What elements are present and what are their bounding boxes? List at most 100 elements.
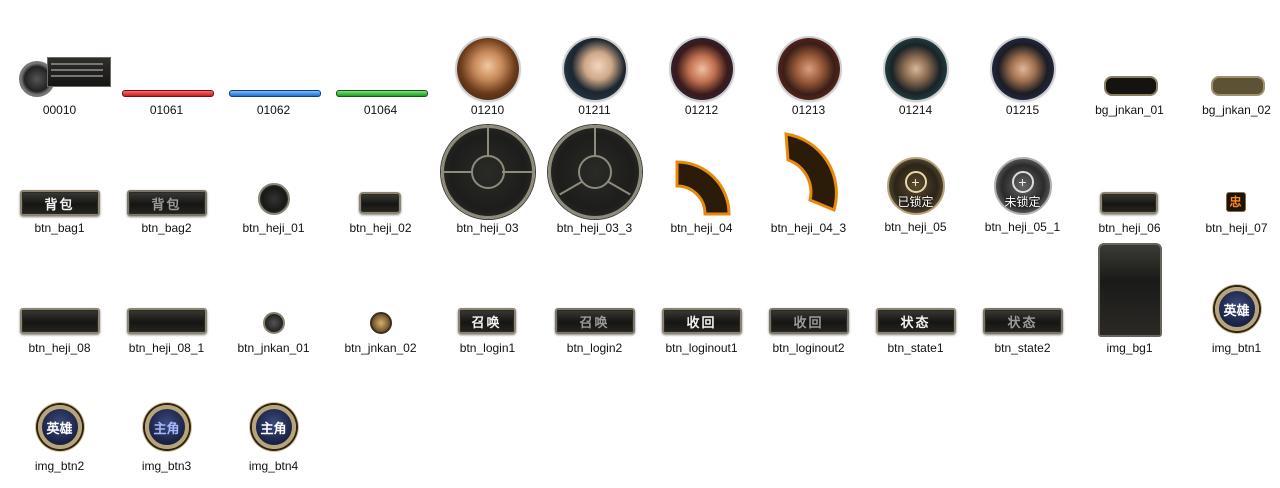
file-label: btn_state2 — [994, 341, 1051, 355]
thumbnail-btn-heji-04 — [673, 160, 731, 216]
file-item[interactable]: btn_heji_01 — [220, 183, 327, 235]
file-item[interactable]: 背包 btn_bag1 — [6, 190, 113, 235]
file-item[interactable]: bg_jnkan_01 — [1076, 70, 1183, 117]
file-item[interactable]: 英雄 img_btn1 — [1183, 284, 1280, 355]
file-label: 00010 — [42, 103, 77, 117]
portrait-01212 — [670, 38, 734, 100]
file-label: 01211 — [578, 103, 611, 117]
file-item[interactable]: + 已锁定 btn_heji_05 — [862, 157, 969, 234]
file-item[interactable]: 收回 btn_loginout1 — [648, 308, 755, 355]
thumbnail-btn-heji-05: + 已锁定 — [886, 157, 945, 215]
thumbnail-01061 — [120, 55, 214, 97]
file-item[interactable]: 主角 img_btn3 — [113, 402, 220, 473]
file-label: img_bg1 — [1106, 341, 1153, 355]
file-item[interactable]: 01064 — [327, 55, 434, 117]
file-item[interactable]: 主角 img_btn4 — [220, 402, 327, 473]
file-item[interactable]: btn_heji_02 — [327, 190, 434, 235]
file-item[interactable]: 01062 — [220, 55, 327, 117]
file-item[interactable]: 收回 btn_loginout2 — [755, 308, 862, 355]
file-item[interactable]: 英雄 img_btn2 — [6, 402, 113, 473]
file-item[interactable]: 召唤 btn_login2 — [541, 308, 648, 355]
file-item[interactable]: 01212 — [648, 38, 755, 117]
file-item[interactable]: 00010 — [6, 55, 113, 117]
file-label: btn_bag2 — [141, 221, 192, 235]
file-item[interactable]: 01213 — [755, 38, 862, 117]
file-item[interactable]: btn_heji_03 — [434, 125, 541, 235]
thumbnail-bg-jnkan-02 — [1209, 70, 1265, 96]
portrait-01213 — [777, 38, 841, 100]
file-item[interactable]: 01210 — [434, 38, 541, 117]
file-label: 01213 — [791, 103, 826, 117]
file-label: img_btn4 — [248, 459, 299, 473]
file-label: btn_heji_06 — [1098, 221, 1161, 235]
thumbnail-btn-heji-08-1 — [126, 308, 207, 336]
thumbnail-img-bg1 — [1097, 243, 1162, 337]
thumbnail-img-btn2: 英雄 — [34, 402, 86, 452]
thumbnail-btn-loginout1: 收回 — [661, 308, 742, 336]
thumbnail-btn-heji-08 — [19, 308, 100, 336]
file-label: btn_heji_03_3 — [556, 221, 633, 235]
thumbnail-01062 — [227, 55, 321, 97]
file-label: btn_heji_05_1 — [984, 220, 1061, 234]
thumbnail-01064 — [334, 55, 428, 97]
file-label: 01215 — [1005, 103, 1040, 117]
thumbnail-btn-login2: 召唤 — [554, 308, 635, 336]
thumbnail-00010 — [13, 55, 111, 97]
portrait-01214 — [884, 38, 948, 100]
file-label: bg_jnkan_02 — [1202, 103, 1271, 117]
thumbnail-btn-loginout2: 收回 — [768, 308, 849, 336]
file-item[interactable]: 忠 btn_heji_07 — [1183, 192, 1280, 235]
file-label: bg_jnkan_01 — [1095, 103, 1164, 117]
file-label: img_btn1 — [1211, 341, 1262, 355]
thumbnail-btn-heji-07: 忠 — [1224, 192, 1250, 216]
file-item[interactable]: btn_heji_04 — [648, 160, 755, 235]
file-item[interactable]: 召唤 btn_login1 — [434, 308, 541, 355]
file-item[interactable]: btn_jnkan_01 — [220, 310, 327, 355]
thumbnail-btn-login1: 召唤 — [457, 308, 518, 336]
thumbnail-img-btn3: 主角 — [141, 402, 193, 452]
file-item[interactable]: bg_jnkan_02 — [1183, 70, 1280, 117]
file-item[interactable]: btn_heji_06 — [1076, 190, 1183, 235]
file-label: btn_bag1 — [34, 221, 85, 235]
thumbnail-btn-heji-03 — [440, 125, 535, 219]
file-item[interactable]: img_bg1 — [1076, 243, 1183, 355]
file-label: btn_loginout2 — [772, 341, 845, 355]
file-label: img_btn2 — [34, 459, 85, 473]
lock-label: 未锁定 — [1004, 195, 1041, 209]
file-label: 01214 — [898, 103, 933, 117]
file-label: 01062 — [256, 103, 291, 117]
file-label: btn_heji_03 — [456, 221, 519, 235]
thumbnail-btn-heji-04-3 — [780, 132, 838, 216]
thumbnail-btn-bag2: 背包 — [126, 190, 207, 216]
file-label: 01212 — [684, 103, 719, 117]
file-item[interactable]: + 未锁定 btn_heji_05_1 — [969, 157, 1076, 234]
file-item[interactable]: 01061 — [113, 55, 220, 117]
thumbnail-bg-jnkan-01 — [1102, 70, 1158, 96]
file-item[interactable]: btn_heji_08 — [6, 308, 113, 355]
file-item[interactable]: 状态 btn_state2 — [969, 308, 1076, 355]
file-label: btn_heji_04 — [670, 221, 733, 235]
thumbnail-img-btn1: 英雄 — [1211, 284, 1263, 334]
file-item[interactable]: 01211 — [541, 38, 648, 117]
file-item[interactable]: 01215 — [969, 38, 1076, 117]
portrait-01215 — [991, 38, 1055, 100]
file-item[interactable]: btn_heji_04_3 — [755, 132, 862, 235]
file-label: btn_jnkan_02 — [344, 341, 417, 355]
thumbnail-btn-bag1: 背包 — [19, 190, 100, 216]
file-item[interactable]: btn_heji_03_3 — [541, 125, 648, 235]
file-item[interactable]: 01214 — [862, 38, 969, 117]
file-label: btn_heji_02 — [349, 221, 412, 235]
file-item[interactable]: btn_heji_08_1 — [113, 308, 220, 355]
file-label: btn_heji_05 — [884, 220, 947, 234]
file-label: btn_login1 — [459, 341, 516, 355]
portrait-01210 — [456, 38, 520, 100]
file-label: 01061 — [149, 103, 184, 117]
file-item[interactable]: 状态 btn_state1 — [862, 308, 969, 355]
file-label: btn_heji_01 — [242, 221, 305, 235]
file-label: btn_heji_04_3 — [770, 221, 847, 235]
file-label: btn_jnkan_01 — [237, 341, 310, 355]
file-item[interactable]: 背包 btn_bag2 — [113, 190, 220, 235]
file-label: btn_state1 — [887, 341, 944, 355]
file-item[interactable]: btn_jnkan_02 — [327, 310, 434, 355]
portrait-01211 — [563, 38, 627, 100]
